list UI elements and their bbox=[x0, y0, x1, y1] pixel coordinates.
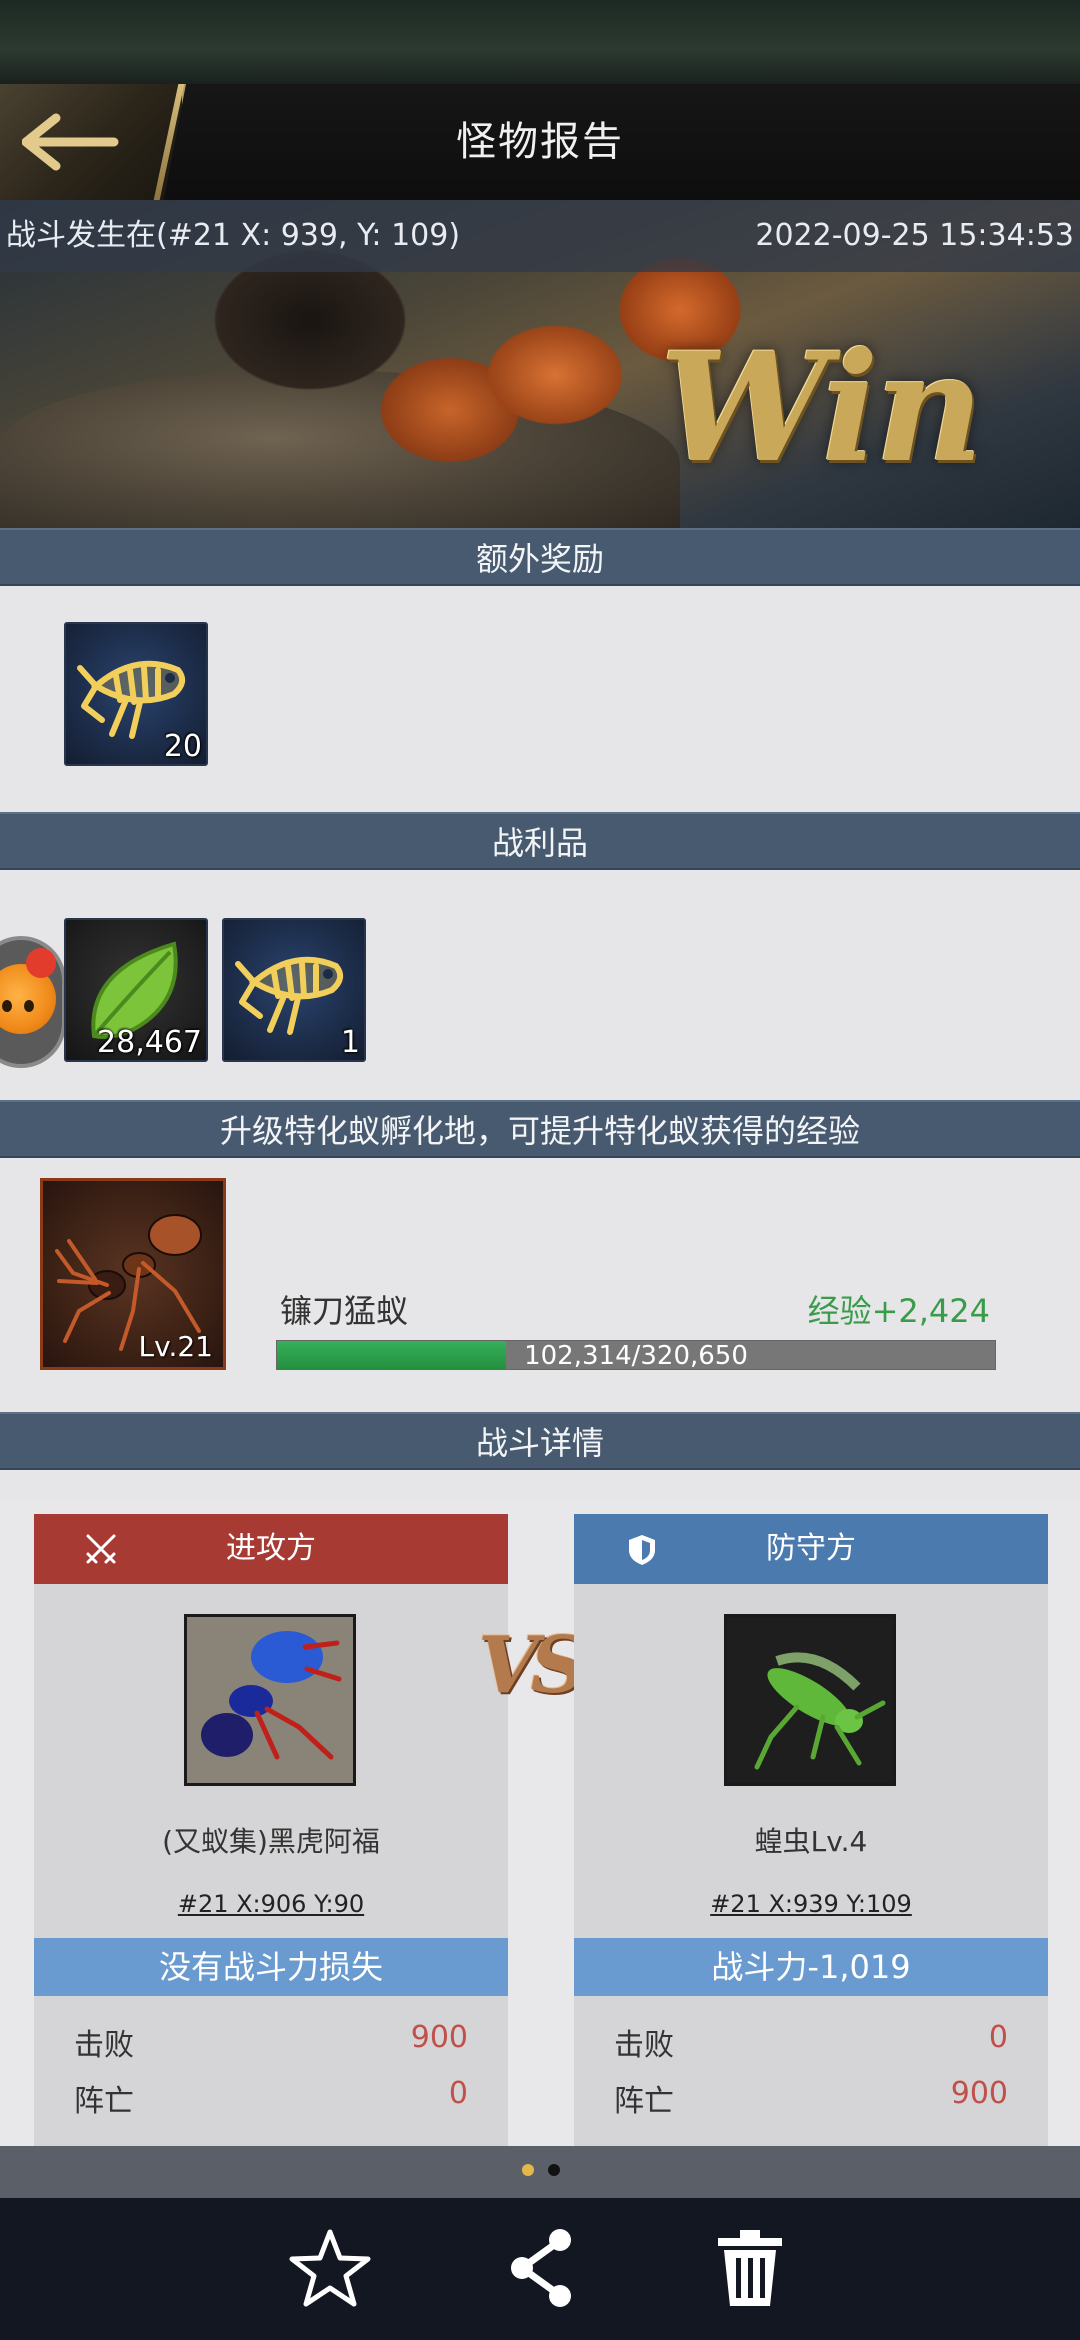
stat-value: 0 bbox=[448, 2076, 468, 2111]
ant-level: Lv.21 bbox=[138, 1330, 213, 1363]
loot-item-fish[interactable]: 1 bbox=[222, 918, 366, 1062]
defender-stat-defeated: 击败 0 bbox=[614, 2020, 1008, 2064]
battle-datetime: 2022-09-25 15:34:53 bbox=[755, 218, 1074, 253]
loot-section-header: 战利品 bbox=[0, 812, 1080, 870]
battle-location[interactable]: 战斗发生在(#21 X: 939, Y: 109) bbox=[6, 200, 460, 272]
defender-portrait[interactable] bbox=[724, 1614, 896, 1786]
status-area bbox=[0, 0, 1080, 84]
attacker-stat-defeated: 击败 900 bbox=[74, 2020, 468, 2064]
crossed-swords-icon bbox=[86, 1534, 116, 1564]
notification-dot bbox=[26, 948, 56, 978]
favorite-button[interactable] bbox=[288, 2226, 372, 2310]
attacker-portrait[interactable] bbox=[184, 1614, 356, 1786]
attacker-side-label: 进攻方 bbox=[226, 1531, 316, 1566]
stat-value: 0 bbox=[988, 2020, 1008, 2055]
delete-button[interactable] bbox=[708, 2226, 792, 2310]
item-quantity: 20 bbox=[163, 729, 202, 764]
attacker-loss: 没有战斗力损失 bbox=[34, 1938, 508, 1996]
star-icon bbox=[289, 2229, 371, 2307]
special-ant-name: 镰刀猛蚁 bbox=[280, 1292, 409, 1330]
loot-item-leaf[interactable]: 28,467 bbox=[64, 918, 208, 1062]
page-title: 怪物报告 bbox=[456, 119, 624, 165]
page-dot[interactable] bbox=[548, 2164, 560, 2176]
bonus-section-header: 额外奖励 bbox=[0, 528, 1080, 586]
bonus-item[interactable]: 20 bbox=[64, 622, 208, 766]
special-ant-exp-gain: 经验+2,424 bbox=[807, 1292, 990, 1330]
bottom-action-bar bbox=[0, 2198, 1080, 2340]
vs-label: VS bbox=[478, 1620, 587, 1711]
attacker-header: 进攻方 bbox=[34, 1514, 508, 1584]
stat-value: 900 bbox=[410, 2020, 468, 2055]
blue-ant-icon bbox=[187, 1617, 353, 1783]
trash-icon bbox=[718, 2230, 782, 2306]
exp-progress-bar: 102,314/320,650 bbox=[276, 1340, 996, 1371]
win-text: Win bbox=[660, 320, 984, 496]
battle-details-section-header: 战斗详情 bbox=[0, 1412, 1080, 1470]
stat-value: 900 bbox=[950, 2076, 1008, 2111]
item-quantity: 1 bbox=[340, 1025, 360, 1060]
stat-label: 阵亡 bbox=[74, 2084, 134, 2119]
stat-label: 击败 bbox=[74, 2028, 134, 2063]
shield-icon bbox=[629, 1535, 655, 1565]
defender-name: 蝗虫Lv.4 bbox=[754, 1825, 868, 1858]
share-icon bbox=[511, 2229, 571, 2307]
attacker-coords[interactable]: #21 X:906 Y:90 bbox=[34, 1890, 508, 1918]
exp-progress-text: 102,314/320,650 bbox=[524, 1341, 748, 1371]
stat-label: 击败 bbox=[614, 2028, 674, 2063]
special-ant-portrait[interactable]: Lv.21 bbox=[40, 1178, 226, 1370]
stat-label: 阵亡 bbox=[614, 2084, 674, 2119]
attacker-panel: 进攻方 (又蚁集)黑虎阿福 #21 X:906 Y:90 没有战斗力损失 击败 … bbox=[34, 1514, 508, 2146]
page-indicator bbox=[0, 2146, 1080, 2198]
battle-info-strip: 战斗发生在(#21 X: 939, Y: 109) 2022-09-25 15:… bbox=[0, 200, 1080, 272]
grasshopper-icon bbox=[727, 1617, 893, 1783]
share-button[interactable] bbox=[500, 2226, 584, 2310]
defender-panel: 防守方 蝗虫Lv.4 #21 X:939 Y:109 战斗力-1,019 击败 … bbox=[574, 1514, 1048, 2146]
defender-side-label: 防守方 bbox=[766, 1531, 856, 1566]
defender-loss: 战斗力-1,019 bbox=[574, 1938, 1048, 1996]
defender-stat-killed: 阵亡 900 bbox=[614, 2076, 1008, 2120]
page-dot-active[interactable] bbox=[522, 2164, 534, 2176]
special-ant-section-header: 升级特化蚁孵化地，可提升特化蚁获得的经验 bbox=[0, 1100, 1080, 1158]
attacker-name: (又蚁集)黑虎阿福 bbox=[162, 1825, 380, 1858]
attacker-stat-killed: 阵亡 0 bbox=[74, 2076, 468, 2120]
item-quantity: 28,467 bbox=[97, 1025, 202, 1060]
defender-header: 防守方 bbox=[574, 1514, 1048, 1584]
defender-coords[interactable]: #21 X:939 Y:109 bbox=[574, 1890, 1048, 1918]
